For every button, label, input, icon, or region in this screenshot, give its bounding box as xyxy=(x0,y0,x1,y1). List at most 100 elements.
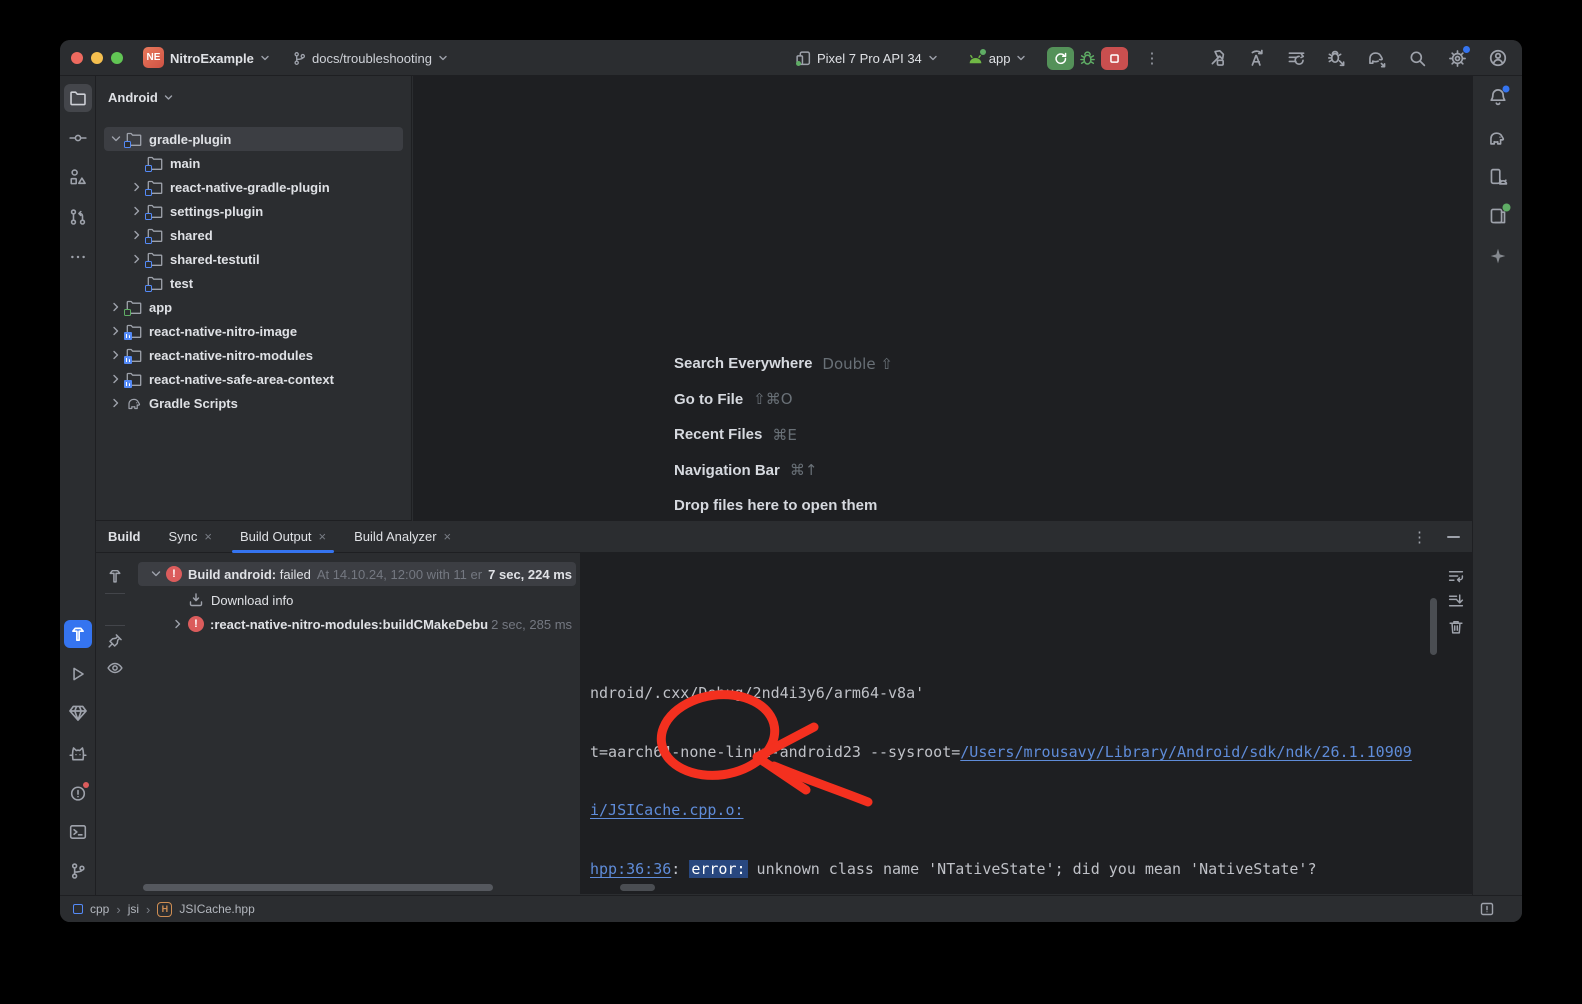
breadcrumb-item[interactable]: JSICache.hpp xyxy=(179,902,254,916)
console-vertical-scrollbar[interactable] xyxy=(1430,598,1437,655)
device-name: Pixel 7 Pro API 34 xyxy=(817,51,922,66)
tree-item-main[interactable]: main xyxy=(104,151,403,175)
pull-requests-tool-button[interactable] xyxy=(69,208,87,226)
console-text: ndroid/.cxx/Debug/2nd4i3y6/arm64-v8a' t=… xyxy=(590,648,1440,894)
device-manager-icon xyxy=(1488,168,1507,187)
breadcrumb-item[interactable]: jsi xyxy=(128,902,139,916)
account-avatar-icon[interactable] xyxy=(1488,48,1508,68)
tree-item-react-native-gradle-plugin[interactable]: react-native-gradle-plugin xyxy=(104,175,403,199)
commit-tool-button[interactable] xyxy=(69,129,87,147)
download-info-row[interactable]: Download info xyxy=(138,588,576,612)
tree-item-react-native-nitro-image[interactable]: react-native-nitro-image xyxy=(104,319,403,343)
tab-build-analyzer[interactable]: Build Analyzer × xyxy=(340,521,465,553)
project-tool-button[interactable] xyxy=(64,84,92,112)
build-left-toolbar xyxy=(96,553,134,894)
folder-icon xyxy=(69,89,87,107)
tree-item-settings-plugin[interactable]: settings-plugin xyxy=(104,199,403,223)
gradle-elephant-icon xyxy=(1488,129,1508,147)
project-selector[interactable]: NitroExample xyxy=(170,40,271,76)
run-config-selector[interactable]: app xyxy=(989,51,1028,66)
breadcrumb-item[interactable]: cpp xyxy=(90,902,109,916)
apply-code-changes-icon[interactable] xyxy=(1327,49,1346,68)
chevron-down-icon xyxy=(437,52,449,64)
device-selector[interactable]: Pixel 7 Pro API 34 xyxy=(817,51,939,66)
restart-activity-icon[interactable] xyxy=(1287,49,1306,68)
console-file-link[interactable]: /Users/mrousavy/Library/Android/sdk/ndk/… xyxy=(960,743,1412,761)
view-options-button[interactable] xyxy=(107,660,124,677)
shortcut-label: Go to File xyxy=(674,391,743,408)
tree-horizontal-scrollbar[interactable] xyxy=(143,884,493,891)
header-file-icon: H xyxy=(157,902,172,917)
right-tool-strip xyxy=(1472,76,1522,895)
problems-tool-button[interactable] xyxy=(69,784,87,802)
git-branch-icon xyxy=(292,51,307,66)
tree-item-gradle-scripts[interactable]: Gradle Scripts xyxy=(104,391,403,415)
shortcut-keys: Double ⇧ xyxy=(822,355,893,373)
editor-area: Search Everywhere Double ⇧ Go to File ⇧⌘… xyxy=(413,76,1472,521)
version-control-tool-button[interactable] xyxy=(69,862,87,880)
tree-item-shared[interactable]: shared xyxy=(104,223,403,247)
more-run-options-button[interactable]: ⋮ xyxy=(1144,49,1159,67)
app-quality-insights-tool-button[interactable] xyxy=(68,704,87,722)
more-tools-button[interactable] xyxy=(69,248,87,266)
ai-assistant-button[interactable] xyxy=(1489,247,1507,265)
resource-manager-icon xyxy=(69,168,87,186)
build-project-icon[interactable] xyxy=(1207,49,1226,68)
pin-tab-button[interactable] xyxy=(107,633,124,650)
console-file-link[interactable]: i/JSICache.cpp.o: xyxy=(590,801,744,819)
terminal-tool-button[interactable] xyxy=(69,823,87,841)
build-tool-button[interactable] xyxy=(64,620,92,648)
module-folder-icon xyxy=(147,156,164,170)
gradle-elephant-icon xyxy=(126,396,143,410)
build-output-console[interactable]: ndroid/.cxx/Debug/2nd4i3y6/arm64-v8a' t=… xyxy=(580,553,1440,894)
ide-window: NE NitroExample docs/troubleshooting P xyxy=(60,40,1522,922)
minimize-window-button[interactable] xyxy=(91,52,103,64)
notifications-button[interactable] xyxy=(1488,88,1507,107)
tab-build-output[interactable]: Build Output × xyxy=(226,521,340,553)
close-icon[interactable]: × xyxy=(204,529,212,544)
apply-changes-icon[interactable] xyxy=(1247,49,1266,68)
debug-button[interactable] xyxy=(1079,50,1096,67)
build-root-row[interactable]: ! Build android: failed At 14.10.24, 12:… xyxy=(138,562,576,586)
gradle-tool-button[interactable] xyxy=(1488,129,1508,147)
tree-item-shared-testutil[interactable]: shared-testutil xyxy=(104,247,403,271)
clear-console-button[interactable] xyxy=(1448,619,1465,636)
rerun-build-button[interactable] xyxy=(107,568,124,585)
library-badge xyxy=(124,332,132,340)
tree-item-react-native-nitro-modules[interactable]: react-native-nitro-modules xyxy=(104,343,403,367)
failed-task-row[interactable]: ! :react-native-nitro-modules:buildCMake… xyxy=(138,612,576,636)
branch-name: docs/troubleshooting xyxy=(312,51,432,66)
tree-item-test[interactable]: test xyxy=(104,271,403,295)
shortcut-keys: ⌘E xyxy=(772,426,796,444)
close-icon[interactable]: × xyxy=(319,529,327,544)
project-view-selector[interactable]: Android xyxy=(108,84,175,110)
run-config-name: app xyxy=(989,51,1011,66)
zoom-window-button[interactable] xyxy=(111,52,123,64)
shortcut-label: Navigation Bar xyxy=(674,462,780,479)
rerun-button[interactable] xyxy=(1047,47,1074,70)
running-devices-button[interactable] xyxy=(1488,207,1507,226)
tree-item-react-native-safe-area-context[interactable]: react-native-safe-area-context xyxy=(104,367,403,391)
run-tool-button[interactable] xyxy=(69,665,87,683)
tab-sync[interactable]: Sync × xyxy=(155,521,227,553)
tree-item-gradle-plugin[interactable]: gradle-plugin xyxy=(104,127,403,151)
pin-icon xyxy=(107,633,124,650)
stop-button[interactable] xyxy=(1101,47,1128,70)
close-icon[interactable]: × xyxy=(444,529,452,544)
tree-item-app[interactable]: app xyxy=(104,295,403,319)
panel-options-button[interactable]: ⋮ xyxy=(1412,528,1427,546)
search-icon[interactable] xyxy=(1408,49,1427,68)
hide-panel-button[interactable] xyxy=(1447,536,1460,538)
gradle-sync-icon[interactable] xyxy=(1367,49,1387,68)
console-file-link[interactable]: hpp:36:36 xyxy=(590,860,671,878)
logcat-tool-button[interactable] xyxy=(68,744,87,762)
soft-wrap-button[interactable] xyxy=(1448,568,1465,585)
resource-manager-tool-button[interactable] xyxy=(69,168,87,186)
event-log-button[interactable] xyxy=(1479,901,1495,917)
console-horizontal-scrollbar[interactable] xyxy=(620,884,655,891)
settings-button[interactable] xyxy=(1448,49,1467,68)
close-window-button[interactable] xyxy=(71,52,83,64)
device-manager-button[interactable] xyxy=(1488,168,1507,187)
branch-selector[interactable]: docs/troubleshooting xyxy=(292,40,449,76)
scroll-to-end-button[interactable] xyxy=(1448,593,1465,610)
